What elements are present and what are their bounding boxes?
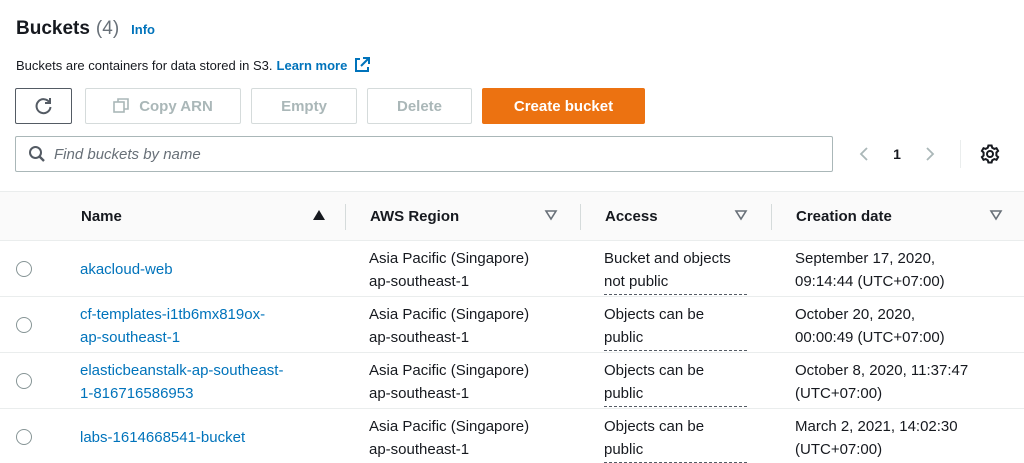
creation-date-cell: September 17, 2020, 09:14:44 (UTC+07:00) [795, 247, 1015, 293]
page-header: Buckets (4) Info [16, 18, 155, 40]
region-name: Asia Pacific (Singapore) [369, 362, 530, 379]
page-title: Buckets [16, 18, 90, 39]
refresh-icon [35, 98, 51, 115]
delete-button[interactable]: Delete [367, 88, 472, 124]
column-header-name[interactable]: Name [81, 192, 326, 241]
region-code: ap-southeast-1 [369, 329, 470, 346]
access-cell: Objects can be public [604, 359, 754, 407]
region-name: Asia Pacific (Singapore) [369, 250, 530, 267]
region-name: Asia Pacific (Singapore) [369, 306, 530, 323]
sort-descending-icon [989, 210, 1003, 221]
creation-date-line2: 09:14:44 (UTC+07:00) [795, 273, 945, 290]
region-cell: Asia Pacific (Singapore) ap-southeast-1 [369, 359, 579, 405]
bucket-name-line2[interactable]: 1-816716586953 [80, 382, 330, 405]
bucket-name-line1[interactable]: cf-templates-i1tb6mx819ox- [80, 303, 330, 326]
chevron-right-icon [926, 147, 935, 161]
access-cell: Objects can be public [604, 415, 754, 463]
copy-arn-button[interactable]: Copy ARN [85, 88, 241, 124]
region-code: ap-southeast-1 [369, 385, 470, 402]
access-line1: Objects can be [604, 306, 705, 323]
bucket-name-link[interactable]: elasticbeanstalk-ap-southeast- 1-8167165… [80, 359, 330, 405]
column-header-access[interactable]: Access [605, 192, 748, 241]
column-divider [580, 204, 581, 230]
row-select-radio[interactable] [16, 373, 32, 389]
sort-descending-icon [544, 210, 558, 221]
copy-arn-label: Copy ARN [139, 97, 213, 115]
table-row[interactable]: akacloud-web Asia Pacific (Singapore) ap… [0, 241, 1024, 297]
access-line2: not public [604, 270, 747, 295]
access-line1: Bucket and objects [604, 250, 731, 267]
page-number-1[interactable]: 1 [876, 146, 918, 162]
search-input[interactable] [54, 145, 814, 163]
creation-date-line2: (UTC+07:00) [795, 441, 883, 458]
column-header-label: Access [605, 208, 658, 225]
access-cell: Objects can be public [604, 303, 754, 351]
creation-date-cell: October 8, 2020, 11:37:47 (UTC+07:00) [795, 359, 1015, 405]
access-line2: public [604, 326, 747, 351]
search-icon [29, 146, 45, 162]
creation-date-line2: (UTC+07:00) [795, 385, 883, 402]
row-select-radio[interactable] [16, 429, 32, 445]
buckets-table: Name AWS Region Access Creation date aka… [0, 191, 1024, 463]
creation-date-line1: September 17, 2020, [795, 250, 936, 267]
region-code: ap-southeast-1 [369, 273, 470, 290]
creation-date-line1: October 20, 2020, [795, 306, 916, 323]
table-row[interactable]: elasticbeanstalk-ap-southeast- 1-8167165… [0, 353, 1024, 409]
learn-more-link[interactable]: Learn more [277, 58, 348, 73]
row-select-radio[interactable] [16, 317, 32, 333]
bucket-name-link[interactable]: akacloud-web [80, 258, 330, 281]
table-row[interactable]: cf-templates-i1tb6mx819ox- ap-southeast-… [0, 297, 1024, 353]
bucket-name-link[interactable]: labs-1614668541-bucket [80, 426, 330, 449]
bucket-name-link[interactable]: cf-templates-i1tb6mx819ox- ap-southeast-… [80, 303, 330, 349]
create-bucket-button[interactable]: Create bucket [482, 88, 645, 124]
refresh-button[interactable] [15, 88, 72, 124]
info-link[interactable]: Info [131, 22, 155, 37]
access-line2: public [604, 382, 747, 407]
region-name: Asia Pacific (Singapore) [369, 418, 530, 435]
preferences-button[interactable] [979, 143, 1001, 165]
column-header-label: Name [81, 208, 122, 225]
creation-date-cell: March 2, 2021, 14:02:30 (UTC+07:00) [795, 415, 1015, 461]
sort-descending-icon [734, 210, 748, 221]
pagination: 1 [852, 140, 1001, 168]
next-page-button[interactable] [918, 140, 942, 168]
previous-page-button[interactable] [852, 140, 876, 168]
page-description: Buckets are containers for data stored i… [16, 56, 371, 74]
empty-button[interactable]: Empty [251, 88, 357, 124]
region-code: ap-southeast-1 [369, 441, 470, 458]
column-header-label: AWS Region [370, 208, 460, 225]
gear-icon [980, 144, 1000, 164]
external-link-icon[interactable] [353, 56, 371, 74]
copy-icon [113, 98, 129, 113]
column-header-creation-date[interactable]: Creation date [796, 192, 1003, 241]
bucket-name-line1[interactable]: elasticbeanstalk-ap-southeast- [80, 359, 330, 382]
sort-ascending-icon [313, 210, 325, 220]
table-header: Name AWS Region Access Creation date [0, 191, 1024, 241]
region-cell: Asia Pacific (Singapore) ap-southeast-1 [369, 415, 579, 461]
table-row[interactable]: labs-1614668541-bucket Asia Pacific (Sin… [0, 409, 1024, 463]
search-bar [15, 136, 833, 172]
access-cell: Bucket and objects not public [604, 247, 754, 295]
column-divider [345, 204, 346, 230]
access-line1: Objects can be [604, 418, 705, 435]
row-select-radio[interactable] [16, 261, 32, 277]
creation-date-cell: October 20, 2020, 00:00:49 (UTC+07:00) [795, 303, 1015, 349]
creation-date-line1: March 2, 2021, 14:02:30 [795, 418, 958, 435]
description-text: Buckets are containers for data stored i… [16, 57, 273, 73]
bucket-name-line2[interactable]: ap-southeast-1 [80, 326, 330, 349]
creation-date-line2: 00:00:49 (UTC+07:00) [795, 329, 945, 346]
region-cell: Asia Pacific (Singapore) ap-southeast-1 [369, 303, 579, 349]
creation-date-line1: October 8, 2020, 11:37:47 [795, 362, 969, 379]
pager-divider [960, 140, 961, 168]
access-line2: public [604, 438, 747, 463]
bucket-count: (4) [95, 18, 120, 39]
chevron-left-icon [859, 147, 868, 161]
column-header-region[interactable]: AWS Region [370, 192, 558, 241]
access-line1: Objects can be [604, 362, 705, 379]
column-header-label: Creation date [796, 208, 892, 225]
region-cell: Asia Pacific (Singapore) ap-southeast-1 [369, 247, 579, 293]
column-divider [771, 204, 772, 230]
